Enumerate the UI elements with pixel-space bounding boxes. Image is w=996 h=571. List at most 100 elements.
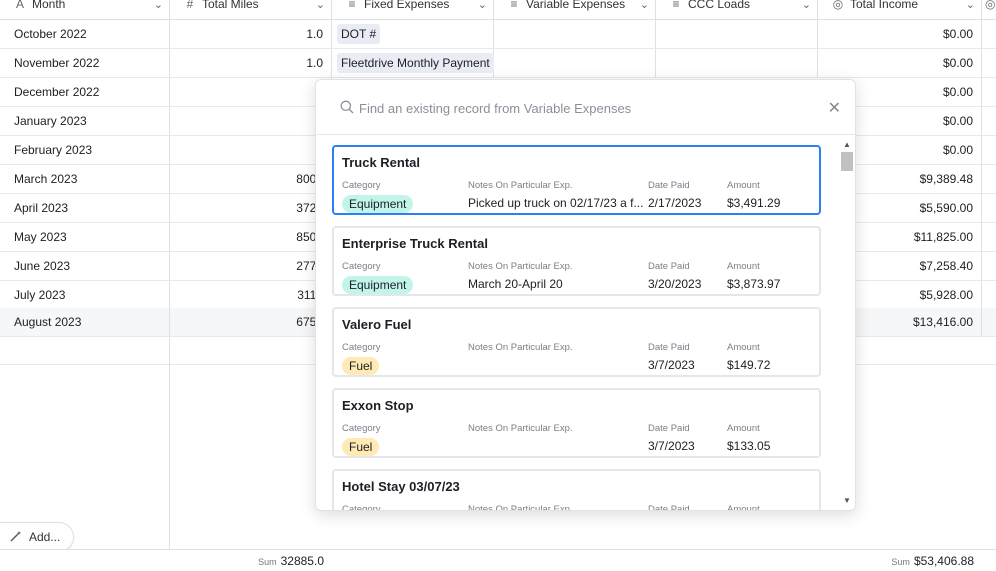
month-cell[interactable]: May 2023 [0,223,170,251]
category-tag: Fuel [342,438,380,456]
link-field-icon: ≡ [672,0,680,11]
miles-cell[interactable]: 8500 [170,223,332,251]
column-header-fixed-expenses[interactable]: ≡ Fixed Expenses ⌄ [332,0,494,20]
miles-cell[interactable]: 3117 [170,281,332,309]
record-card[interactable]: Exxon Stop Category Notes On Particular … [332,388,821,458]
column-header-variable-expenses[interactable]: ≡ Variable Expenses ⌄ [494,0,656,20]
category-tag: Fuel [342,357,380,375]
linked-record-chip[interactable]: Fleetdrive Monthly Payment [337,53,494,73]
month-cell[interactable]: October 2022 [0,20,170,48]
record-title: Hotel Stay 03/07/23 [342,479,460,494]
field-label: Amount [727,504,760,511]
record-card[interactable]: Hotel Stay 03/07/23 Category Notes On Pa… [332,469,821,511]
record-list-scrollbar[interactable]: ▲ ▼ [840,136,855,510]
month-cell[interactable]: February 2023 [0,136,170,164]
record-card[interactable]: Valero Fuel Category Notes On Particular… [332,307,821,377]
field-label: Notes On Particular Exp. [468,180,573,191]
chevron-down-icon[interactable]: ⌄ [316,0,325,11]
month-cell[interactable]: January 2023 [0,107,170,135]
income-cell[interactable]: $0.00 [818,20,982,48]
variable-expenses-cell[interactable] [494,49,656,77]
table-row[interactable]: October 2022 1.0 DOT # $0.00 [0,20,996,49]
field-label: Date Paid [648,180,690,191]
record-card[interactable]: Truck Rental Category Notes On Particula… [332,145,821,215]
fixed-expenses-cell[interactable]: Fleetdrive Monthly Payment [332,49,494,77]
summary-bar: Sum 32885.0 Sum $53,406.88 [0,549,996,571]
chevron-down-icon[interactable]: ⌄ [802,0,811,11]
miles-cell[interactable]: 8000 [170,165,332,193]
record-search: Find an existing record from Variable Ex… [316,80,855,135]
link-field-icon: ≡ [348,0,356,11]
miles-cell[interactable]: 1 [170,78,332,106]
miles-sum[interactable]: Sum 32885.0 [258,554,324,568]
miles-cell[interactable]: 1 [170,107,332,135]
rollup-field-icon: ◎ [832,0,844,11]
search-icon [340,100,354,114]
field-label: Amount [727,261,760,272]
month-cell[interactable]: December 2022 [0,78,170,106]
linked-record-chip[interactable]: DOT # [337,24,381,44]
scrollbar-thumb[interactable] [841,152,853,171]
month-cell[interactable]: August 2023 [0,308,170,336]
field-label: Category [342,342,381,353]
month-cell[interactable]: June 2023 [0,252,170,280]
field-label: Date Paid [648,504,690,511]
field-label: Notes On Particular Exp. [468,504,573,511]
ccc-loads-cell[interactable] [656,49,818,77]
chevron-down-icon[interactable]: ⌄ [640,0,649,11]
month-cell[interactable]: November 2022 [0,49,170,77]
field-label: Date Paid [648,342,690,353]
miles-cell[interactable]: 1 [170,136,332,164]
column-label: Fixed Expenses [364,0,450,11]
chevron-down-icon[interactable]: ⌄ [966,0,975,11]
sum-label: Sum [258,557,277,567]
miles-cell[interactable]: 1.0 [170,20,332,48]
record-title: Enterprise Truck Rental [342,236,488,251]
amount-value: $3,873.97 [727,277,781,291]
column-divider [169,337,170,571]
date-value: 3/7/2023 [648,439,695,453]
table-row[interactable]: November 2022 1.0 Fleetdrive Monthly Pay… [0,49,996,78]
add-record-button[interactable]: Add... [0,522,74,552]
amount-value: $133.05 [727,439,771,453]
income-sum[interactable]: Sum $53,406.88 [891,554,974,568]
ccc-loads-cell[interactable] [656,20,818,48]
scroll-up-arrow-icon[interactable]: ▲ [843,140,851,149]
miles-cell[interactable]: 3727 [170,194,332,222]
record-list: Truck Rental Category Notes On Particula… [316,136,855,511]
column-header-ccc-loads[interactable]: ≡ CCC Loads ⌄ [656,0,818,20]
column-header-month[interactable]: A Month ⌄ [0,0,170,20]
close-icon[interactable]: ✕ [828,98,841,118]
scroll-down-arrow-icon[interactable]: ▼ [843,496,851,505]
miles-cell[interactable]: 1.0 [170,49,332,77]
text-field-icon: A [15,0,24,11]
chevron-down-icon[interactable]: ⌄ [478,0,487,11]
income-cell[interactable]: $0.00 [818,49,982,77]
add-record-label: Add... [29,530,61,544]
field-label: Amount [727,342,760,353]
date-value: 3/20/2023 [648,277,702,291]
field-label: Notes On Particular Exp. [468,342,573,353]
miles-cell[interactable]: 2778 [170,252,332,280]
field-label: Category [342,180,381,191]
column-header-next[interactable]: ◎ [982,0,996,20]
month-cell[interactable]: July 2023 [0,281,170,309]
record-card[interactable]: Enterprise Truck Rental Category Notes O… [332,226,821,296]
month-cell[interactable]: April 2023 [0,194,170,222]
month-cell[interactable]: March 2023 [0,165,170,193]
column-label: Variable Expenses [526,0,626,11]
field-label: Amount [727,423,760,434]
field-label: Category [342,423,381,434]
miles-cell[interactable]: 6758 [170,308,332,336]
column-label: CCC Loads [688,0,751,11]
column-header-total-income[interactable]: ◎ Total Income ⌄ [818,0,982,20]
field-label: Date Paid [648,423,690,434]
fixed-expenses-cell[interactable]: DOT # [332,20,494,48]
chevron-down-icon[interactable]: ⌄ [154,0,163,11]
date-value: 3/7/2023 [648,358,695,372]
variable-expenses-cell[interactable] [494,20,656,48]
search-input[interactable]: Find an existing record from Variable Ex… [359,101,631,116]
link-field-icon: ≡ [510,0,518,11]
rollup-field-icon: ◎ [985,0,996,11]
column-header-total-miles[interactable]: # Total Miles ⌄ [170,0,332,20]
